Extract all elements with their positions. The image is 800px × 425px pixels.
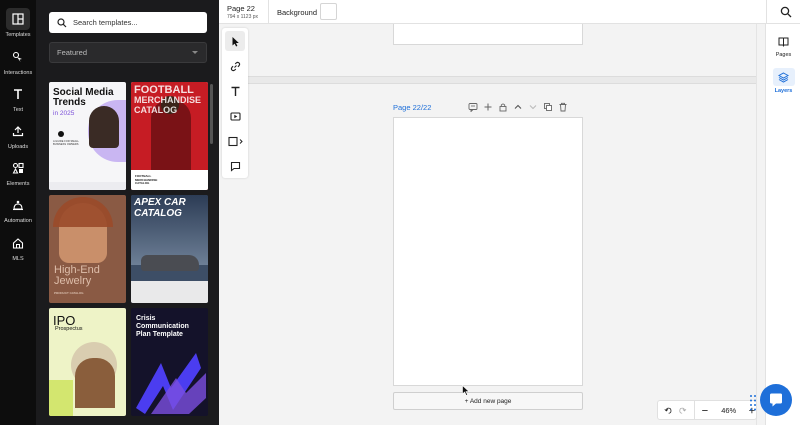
filter-value: Featured [57,48,88,57]
zoom-value: 46% [721,405,737,415]
add-icon[interactable] [483,102,493,112]
abstract-graphic [136,353,206,414]
editor-root: Templates Interactions Text Uploads Elem… [0,0,800,425]
trash-icon[interactable] [558,102,568,112]
undo-icon[interactable] [664,406,672,415]
pointer-icon [232,36,239,46]
top-bar: Page 22 794 x 1123 px Background [219,0,800,24]
template-card-ipo[interactable]: IPO Prospectus [49,308,126,416]
page-dimensions: 794 x 1123 px [227,14,259,20]
duplicate-icon[interactable] [543,102,553,112]
previous-page[interactable] [393,24,583,45]
rail-item-templates[interactable]: Templates [0,8,36,38]
template-card-jewelry[interactable]: High-End Jewelry PRODUCT CATALOG [49,195,126,303]
zoom-out-button[interactable] [701,406,709,415]
comment-tool[interactable] [225,156,245,176]
template-card-car[interactable]: APEX CAR CATALOG [131,195,208,303]
template-filter-select[interactable]: Featured [49,42,207,63]
automation-icon [6,194,30,216]
chevron-down-icon [192,51,198,54]
layers-label: Layers [774,88,793,94]
upload-icon [6,120,30,142]
rail-label-elements: Elements [6,181,30,187]
text-icon [6,83,30,105]
portrait-image [89,106,119,148]
template-card-football[interactable]: FOOTBALL MERCHANDISE CATALOG FOOTBALL ME… [131,82,208,190]
search-icon[interactable] [780,6,792,18]
search-icon [57,17,67,27]
rail-item-interactions[interactable]: Interactions [0,46,36,76]
text-tool[interactable] [225,81,245,101]
rail-label-interactions: Interactions [3,70,33,76]
car-image [141,255,199,271]
square-icon [228,136,243,146]
divider [268,0,269,24]
chevron-down-icon[interactable] [528,102,538,112]
search-placeholder: Search templates... [73,18,138,27]
chat-support-button[interactable] [760,384,792,416]
chat-icon [770,393,782,407]
page-label: Page 22/22 [393,103,432,112]
pages-label: Pages [775,52,792,58]
video-tool[interactable] [225,106,245,126]
rail-label-uploads: Uploads [7,144,29,150]
rail-label-templates: Templates [5,32,31,38]
template-search-input[interactable]: Search templates... [49,12,207,33]
right-panel: Pages Layers [765,24,800,425]
elements-icon [6,157,30,179]
rail-label-mls: MLS [12,256,24,262]
canvas-scrollbar[interactable] [756,24,764,425]
link-icon [230,61,240,71]
page-actions [468,102,568,112]
layers-icon [772,68,795,86]
tools-toolbar [222,28,248,178]
interactions-icon [6,46,30,68]
lock-icon[interactable] [498,102,508,112]
mouse-cursor-icon [462,385,470,396]
rail-item-automation[interactable]: Automation [0,194,36,224]
rail-item-mls[interactable]: MLS [0,232,36,262]
chevron-up-icon[interactable] [513,102,523,112]
page-separator [248,76,756,84]
background-label: Background [277,8,318,17]
text-icon [231,86,239,96]
left-rail: Templates Interactions Text Uploads Elem… [0,0,36,425]
comment-icon[interactable] [468,102,478,112]
rail-item-uploads[interactable]: Uploads [0,120,36,150]
people-image [75,358,115,408]
video-icon [229,111,241,121]
rail-label-text: Text [12,107,24,113]
home-icon [6,232,30,254]
shape-tool[interactable] [224,131,248,151]
link-tool[interactable] [225,56,245,76]
layers-button[interactable]: Layers [768,68,799,94]
current-page[interactable] [393,117,583,386]
template-card-social-media[interactable]: Social Media Trends in 2025 A GUIDE FOR … [49,82,126,190]
divider [766,0,767,24]
pages-icon [773,32,795,50]
templates-panel: Search templates... Featured Social Medi… [36,0,219,425]
select-tool[interactable] [225,31,245,51]
template-card-crisis[interactable]: Crisis Communication Plan Template [131,308,208,416]
zoom-toolbar: 46% [657,400,757,420]
panel-scrollbar[interactable] [210,84,213,144]
add-new-page-button[interactable]: + Add new page [393,392,583,410]
redo-icon[interactable] [679,406,687,415]
rail-item-text[interactable]: Text [0,83,36,113]
rail-label-automation: Automation [4,218,32,224]
pages-button[interactable]: Pages [768,32,799,58]
comment-icon [230,161,240,172]
templates-icon [6,8,30,30]
rail-item-elements[interactable]: Elements [0,157,36,187]
drag-handle-icon[interactable] [749,393,757,413]
page-title: Page 22 [227,4,255,13]
background-color-swatch[interactable] [320,3,337,20]
